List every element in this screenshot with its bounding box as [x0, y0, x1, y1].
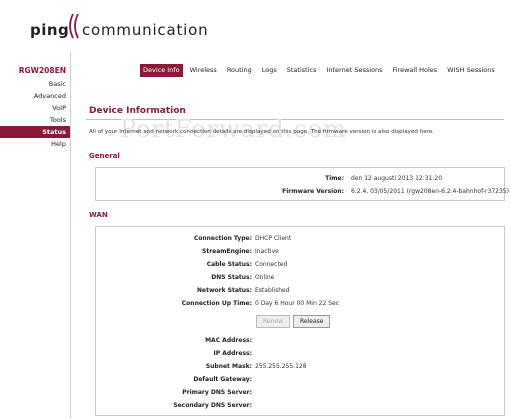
streamengine-value: Inactive — [255, 248, 279, 255]
general-section-title: General — [89, 152, 120, 160]
general-panel: Time: den 12 augusti 2013 12:31:20 Firmw… — [95, 167, 509, 201]
top-nav: Device Info Wireless Routing Logs Statis… — [140, 64, 498, 77]
device-model: RGW208EN — [18, 66, 66, 75]
sidebar-item-voip[interactable]: VoIP — [0, 102, 70, 114]
tab-firewall-holes[interactable]: Firewall Holes — [390, 64, 441, 77]
renew-button[interactable]: Renew — [256, 315, 290, 328]
firmware-row: Firmware Version: 6.2.4, 03/05/2011 (rgw… — [96, 186, 509, 198]
sidebar-nav: Basic Advanced VoIP Tools Status Help — [0, 78, 70, 150]
mac-address-label: MAC Address: — [205, 337, 252, 344]
table-row: Subnet Mask: 255.255.255.128 — [96, 361, 504, 373]
connection-type-label: Connection Type: — [193, 235, 252, 242]
sidebar-divider — [70, 52, 71, 419]
dns-status-label: DNS Status: — [211, 274, 252, 281]
table-row: StreamEngine: Inactive — [96, 246, 504, 258]
default-gateway-label: Default Gateway: — [193, 376, 252, 383]
tab-device-info[interactable]: Device Info — [140, 64, 183, 77]
dhcp-buttons: Renew Release — [256, 315, 331, 328]
firmware-label: Firmware Version: — [282, 188, 344, 195]
table-row: Primary DNS Server: — [96, 387, 504, 399]
tab-wireless[interactable]: Wireless — [187, 64, 220, 77]
table-row: Default Gateway: — [96, 374, 504, 386]
tab-logs[interactable]: Logs — [259, 64, 280, 77]
tab-routing[interactable]: Routing — [224, 64, 255, 77]
table-row: Connection Up Time: 0 Day 6 Hour 00 Min … — [96, 298, 504, 310]
network-status-value: Established — [255, 287, 290, 294]
uptime-value: 0 Day 6 Hour 00 Min 22 Sec — [255, 300, 339, 307]
tab-internet-sessions[interactable]: Internet Sessions — [323, 64, 385, 77]
release-button[interactable]: Release — [293, 315, 331, 328]
page-title: Device Information — [89, 106, 186, 116]
sidebar-item-tools[interactable]: Tools — [0, 114, 70, 126]
table-row: Connection Type: DHCP Client — [96, 233, 504, 245]
table-row: IP Address: — [96, 348, 504, 360]
subnet-mask-label: Subnet Mask: — [205, 363, 252, 370]
streamengine-label: StreamEngine: — [202, 248, 252, 255]
sidebar-item-advanced[interactable]: Advanced — [0, 90, 70, 102]
tab-statistics[interactable]: Statistics — [284, 64, 320, 77]
logo-mark-icon — [69, 13, 79, 39]
time-value: den 12 augusti 2013 12:31:20 — [351, 175, 443, 182]
wan-panel: Connection Type: DHCP Client StreamEngin… — [95, 226, 505, 416]
table-row: MAC Address: — [96, 335, 504, 347]
connection-type-value: DHCP Client — [255, 235, 292, 242]
time-label: Time: — [325, 175, 344, 182]
subnet-mask-value: 255.255.255.128 — [255, 363, 307, 370]
firmware-value: 6.2.4, 03/05/2011 (rgw208en-6.2.4-bahnho… — [351, 188, 509, 195]
table-row: DNS Status: Online — [96, 272, 504, 284]
logo-communication-text: communication — [82, 21, 209, 39]
table-row: Secondary DNS Server: — [96, 400, 504, 412]
tab-wish-sessions[interactable]: WISH Sessions — [444, 64, 498, 77]
sidebar-item-status[interactable]: Status — [0, 126, 70, 138]
uptime-label: Connection Up Time: — [181, 300, 252, 307]
cable-status-value: Connected — [255, 261, 288, 268]
title-divider — [86, 119, 504, 120]
dns-status-value: Online — [255, 274, 275, 281]
ip-address-label: IP Address: — [213, 350, 252, 357]
logo-ping-text: ping — [30, 21, 70, 39]
sidebar-item-basic[interactable]: Basic — [0, 78, 70, 90]
secondary-dns-label: Secondary DNS Server: — [173, 402, 252, 409]
primary-dns-label: Primary DNS Server: — [182, 389, 252, 396]
table-row: Cable Status: Connected — [96, 259, 504, 271]
table-row: Network Status: Established — [96, 285, 504, 297]
sidebar-item-help[interactable]: Help — [0, 138, 70, 150]
cable-status-label: Cable Status: — [206, 261, 252, 268]
header: ping communication — [0, 0, 510, 52]
time-row: Time: den 12 augusti 2013 12:31:20 — [96, 173, 504, 185]
network-status-label: Network Status: — [196, 287, 252, 294]
wan-section-title: WAN — [89, 211, 108, 219]
page-description: All of your Internet and network connect… — [89, 129, 435, 135]
